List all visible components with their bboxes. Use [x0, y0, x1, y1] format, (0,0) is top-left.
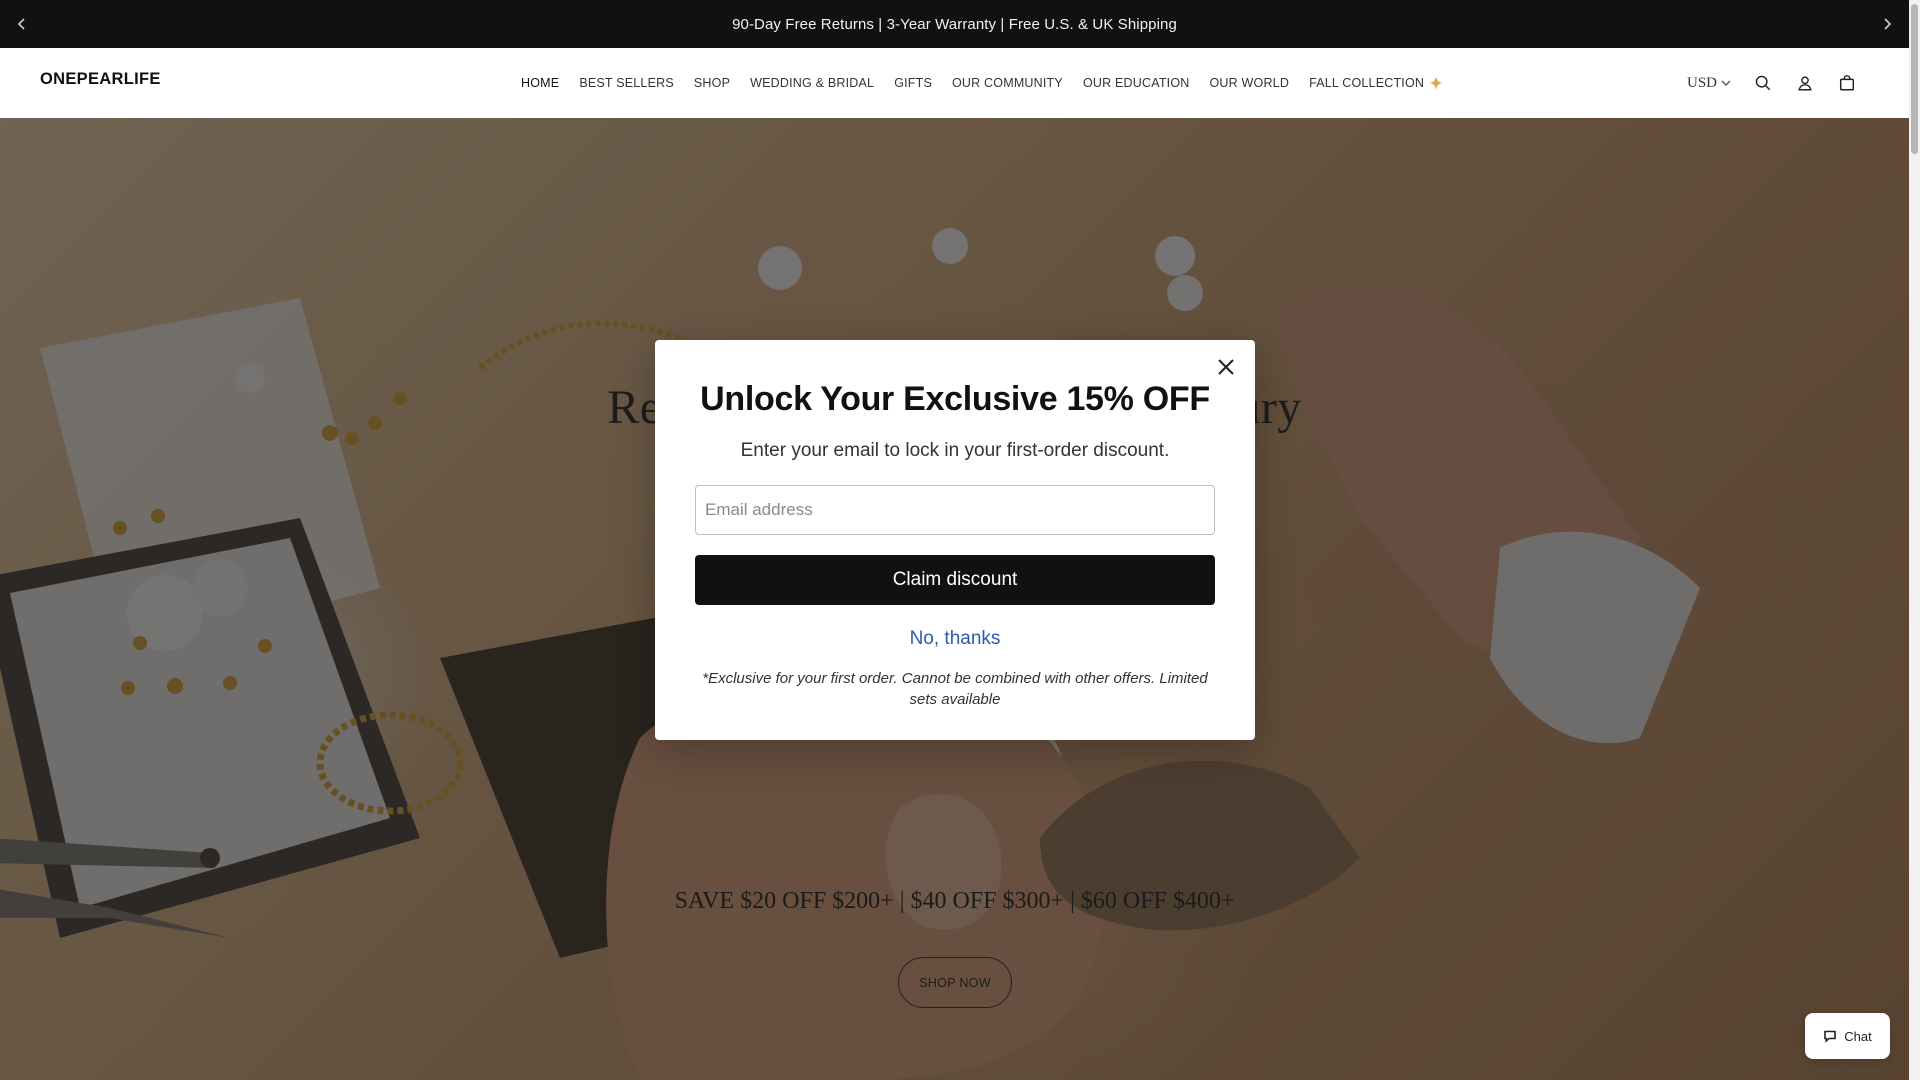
discount-popup: Unlock Your Exclusive 15% OFF Enter your…: [655, 340, 1255, 740]
cart-icon: [1839, 75, 1855, 91]
nav-item-our-education[interactable]: OUR EDUCATION: [1073, 76, 1200, 90]
nav-item-fall-collection-label: FALL COLLECTION: [1309, 76, 1425, 90]
sparkle-icon: [1429, 76, 1444, 90]
chat-label: Chat: [1844, 1028, 1872, 1044]
site-logo[interactable]: ONEPEARLIFE: [40, 70, 161, 89]
announcement-text: 90-Day Free Returns | 3-Year Warranty | …: [732, 15, 1177, 33]
currency-label: USD: [1686, 74, 1717, 91]
main-nav: HOME BEST SELLERS SHOP WEDDING & BRIDAL …: [511, 48, 1454, 118]
nav-item-home[interactable]: HOME: [511, 76, 569, 90]
site-header: ONEPEARLIFE HOME BEST SELLERS SHOP WEDDI…: [0, 48, 1909, 118]
page: 90-Day Free Returns | 3-Year Warranty | …: [0, 0, 1909, 1080]
cart-button[interactable]: [1837, 73, 1857, 93]
nav-item-gifts[interactable]: GIFTS: [884, 76, 942, 90]
hero-promo-text: SAVE $20 OFF $200+ | $40 OFF $300+ | $60…: [674, 888, 1235, 914]
account-button[interactable]: [1795, 73, 1815, 93]
announcement-bar: 90-Day Free Returns | 3-Year Warranty | …: [0, 0, 1909, 48]
account-icon: [1798, 76, 1812, 91]
nav-item-shop[interactable]: SHOP: [684, 76, 740, 90]
nav-item-wedding-bridal[interactable]: WEDDING & BRIDAL: [740, 76, 884, 90]
chat-button[interactable]: Chat: [1805, 1013, 1890, 1059]
nav-item-best-sellers[interactable]: BEST SELLERS: [569, 76, 684, 90]
search-button[interactable]: [1753, 73, 1773, 93]
popup-subtitle: Enter your email to lock in your first-o…: [740, 440, 1170, 461]
nav-item-our-world[interactable]: OUR WORLD: [1199, 76, 1299, 90]
page-scrollbar[interactable]: [1909, 0, 1920, 1080]
search-icon: [1755, 75, 1771, 91]
close-icon: [1218, 359, 1234, 375]
nav-item-fall-collection[interactable]: FALL COLLECTION: [1299, 75, 1454, 91]
header-actions: USD: [1687, 48, 1857, 118]
shop-now-button[interactable]: SHOP NOW: [898, 957, 1012, 1008]
popup-disclaimer: *Exclusive for your first order. Cannot …: [702, 670, 1208, 708]
chevron-right-icon: [1884, 18, 1892, 30]
claim-discount-button[interactable]: Claim discount: [695, 555, 1215, 605]
announcement-next-button[interactable]: [1867, 0, 1907, 48]
currency-selector[interactable]: USD: [1687, 75, 1731, 92]
email-field[interactable]: [695, 485, 1215, 535]
chat-bubble-icon: [1824, 1030, 1837, 1043]
popup-title: Unlock Your Exclusive 15% OFF: [700, 380, 1210, 418]
close-button[interactable]: [1211, 352, 1241, 382]
nav-item-our-community[interactable]: OUR COMMUNITY: [942, 76, 1073, 90]
chevron-left-icon: [17, 18, 25, 30]
announcement-prev-button[interactable]: [2, 0, 42, 48]
chevron-down-icon: [1721, 80, 1731, 86]
scrollbar-thumb[interactable]: [1911, 4, 1918, 154]
no-thanks-link[interactable]: No, thanks: [655, 628, 1255, 650]
